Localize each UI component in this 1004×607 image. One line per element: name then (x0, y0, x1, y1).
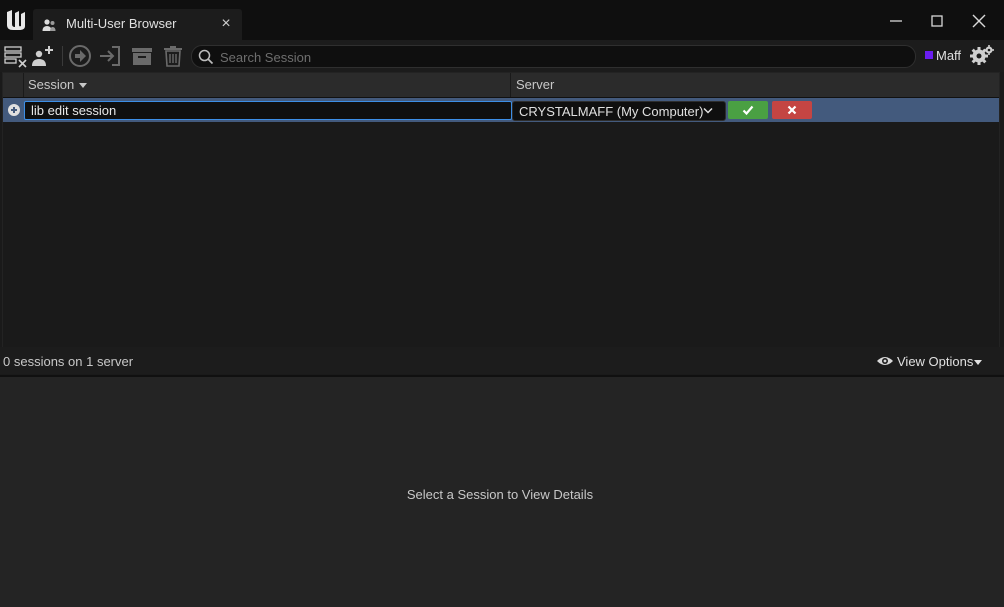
trash-icon (160, 43, 186, 69)
server-remove-icon (3, 43, 29, 69)
column-server-label: Server (516, 77, 554, 92)
search-box[interactable] (191, 45, 916, 68)
session-count: 0 sessions on 1 server (3, 354, 133, 369)
maximize-icon (922, 8, 952, 34)
server-select[interactable]: CRYSTALMAFF (My Computer) (512, 101, 726, 121)
tab-close-icon[interactable]: × (219, 14, 233, 34)
archive-session-button[interactable] (129, 43, 155, 69)
title-bar: Multi-User Browser × (0, 0, 1004, 40)
column-header-server[interactable]: Server (511, 73, 999, 97)
toolbar: Maff (0, 40, 1004, 72)
unreal-logo-icon (4, 8, 28, 32)
close-x-icon (786, 104, 798, 116)
status-bar: 0 sessions on 1 server View Options (0, 347, 1004, 374)
server-settings-button[interactable] (3, 43, 29, 69)
column-session-label: Session (28, 77, 74, 92)
sort-descending-icon (79, 83, 87, 88)
cancel-button[interactable] (772, 101, 812, 119)
archive-icon (129, 43, 155, 69)
add-user-button[interactable] (30, 43, 56, 69)
eye-icon (876, 355, 894, 367)
join-session-icon (67, 43, 93, 69)
column-header-session[interactable]: Session (24, 73, 511, 97)
view-options-label: View Options (897, 354, 973, 369)
view-options-button[interactable]: View Options (876, 353, 986, 371)
gear-icon (969, 43, 995, 69)
user-name: Maff (936, 48, 961, 63)
add-user-icon (30, 43, 56, 69)
search-icon (198, 49, 214, 65)
session-table-header: Session Server (3, 73, 999, 98)
minimize-button[interactable] (881, 8, 911, 34)
session-name-input[interactable] (24, 101, 512, 120)
caret-down-icon (974, 360, 982, 365)
enter-session-button[interactable] (97, 43, 123, 69)
toolbar-separator (62, 46, 63, 66)
session-list: Session Server CRYSTALMAFF (My Computer) (2, 72, 1000, 348)
enter-icon (97, 43, 123, 69)
confirm-button[interactable] (728, 101, 768, 119)
minimize-icon (881, 8, 911, 34)
settings-button[interactable] (969, 43, 995, 69)
server-select-value: CRYSTALMAFF (My Computer) (519, 104, 703, 119)
search-input[interactable] (218, 47, 902, 67)
details-placeholder: Select a Session to View Details (0, 487, 1000, 502)
join-session-button[interactable] (67, 43, 93, 69)
maximize-button[interactable] (922, 8, 952, 34)
tab-multi-user-browser[interactable]: Multi-User Browser × (33, 9, 242, 40)
chevron-down-icon (703, 107, 713, 115)
new-session-row: CRYSTALMAFF (My Computer) (3, 98, 999, 122)
delete-session-button[interactable] (160, 43, 186, 69)
header-icon-column (3, 73, 24, 97)
session-details-panel: Select a Session to View Details (0, 375, 1004, 607)
tab-title: Multi-User Browser (66, 16, 177, 31)
users-icon (41, 17, 57, 33)
new-session-icon (8, 104, 20, 116)
close-window-button[interactable] (964, 8, 994, 34)
close-icon (964, 8, 994, 34)
checkmark-icon (742, 104, 754, 116)
user-color-swatch (925, 51, 933, 59)
